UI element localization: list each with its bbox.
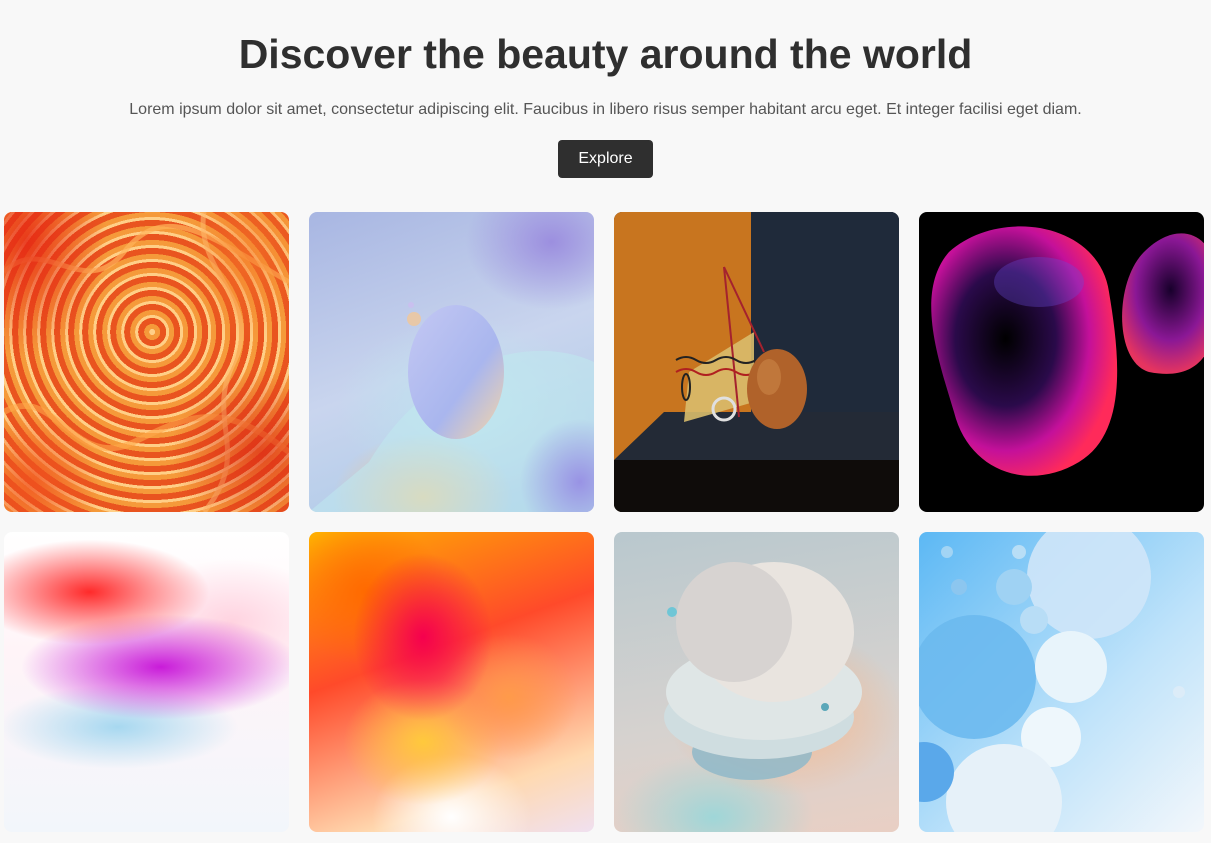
- stacked-discs-art: [664, 562, 862, 780]
- page-subtitle: Lorem ipsum dolor sit amet, consectetur …: [129, 101, 1082, 118]
- gallery-image-1[interactable]: [4, 212, 289, 512]
- gallery-image-6[interactable]: [309, 532, 594, 832]
- still-life-art: [614, 212, 899, 512]
- neon-blob-art: [931, 226, 1204, 476]
- gallery-image-2[interactable]: [309, 212, 594, 512]
- gallery-image-3[interactable]: [614, 212, 899, 512]
- page-title: Discover the beauty around the world: [238, 31, 973, 77]
- swirl-art: [4, 212, 289, 512]
- gallery-image-5[interactable]: [4, 532, 289, 832]
- gallery-image-7[interactable]: [614, 532, 899, 832]
- hero-section: Discover the beauty around the world Lor…: [0, 0, 1211, 178]
- explore-button[interactable]: Explore: [558, 140, 653, 178]
- gallery-image-4[interactable]: [919, 212, 1204, 512]
- image-gallery: [4, 212, 1204, 832]
- pastel-egg-art: [309, 302, 594, 512]
- gallery-image-8[interactable]: [919, 532, 1204, 832]
- bubbles-art: [919, 532, 1185, 832]
